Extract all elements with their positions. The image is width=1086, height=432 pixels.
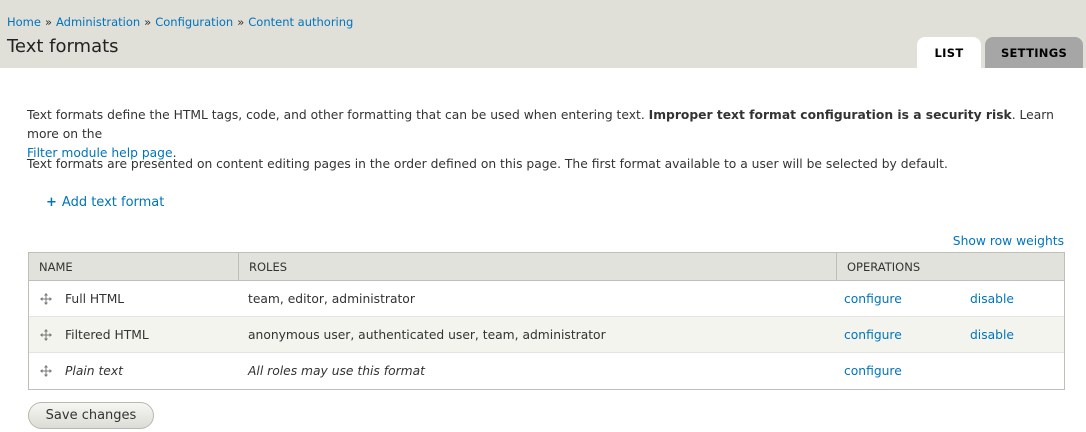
format-name: Full HTML bbox=[65, 291, 125, 306]
row-name-cell: Full HTML bbox=[29, 281, 238, 316]
breadcrumb-administration[interactable]: Administration bbox=[56, 15, 140, 29]
row-operations: configure disable bbox=[836, 281, 1064, 316]
intro-text: Text formats define the HTML tags, code,… bbox=[27, 108, 649, 122]
add-text-format-label: Add text format bbox=[61, 195, 165, 210]
format-roles: anonymous user, authenticated user, team… bbox=[248, 327, 606, 342]
breadcrumb-separator: » bbox=[44, 15, 53, 29]
table-row: Filtered HTML anonymous user, authentica… bbox=[29, 317, 1064, 353]
row-name-cell: Filtered HTML bbox=[29, 317, 238, 352]
plus-icon: + bbox=[46, 195, 57, 210]
breadcrumb-home[interactable]: Home bbox=[7, 15, 41, 29]
row-name-cell: Plain text bbox=[29, 353, 238, 389]
column-header-name: NAME bbox=[39, 259, 73, 274]
table-row: Plain text All roles may use this format… bbox=[29, 353, 1064, 389]
add-text-format-link[interactable]: + Add text format bbox=[46, 195, 164, 210]
disable-link[interactable]: disable bbox=[970, 292, 1014, 306]
show-row-weights-link[interactable]: Show row weights bbox=[953, 234, 1064, 248]
page-header: Home» Administration» Configuration» Conten… bbox=[0, 0, 1086, 68]
drag-handle-icon[interactable] bbox=[39, 328, 53, 342]
row-operations: configure bbox=[836, 353, 1064, 389]
drag-handle-icon[interactable] bbox=[39, 292, 53, 306]
drag-handle-icon[interactable] bbox=[39, 364, 53, 378]
disable-link[interactable]: disable bbox=[970, 328, 1014, 342]
tab-settings[interactable]: SETTINGS bbox=[985, 37, 1083, 68]
format-name: Plain text bbox=[65, 364, 123, 378]
column-header-operations: OPERATIONS bbox=[836, 253, 1064, 280]
breadcrumb-content-authoring[interactable]: Content authoring bbox=[248, 15, 353, 29]
configure-link[interactable]: configure bbox=[844, 292, 970, 306]
format-roles: All roles may use this format bbox=[248, 364, 425, 378]
order-description: Text formats are presented on content ed… bbox=[27, 157, 948, 171]
tab-list[interactable]: LIST bbox=[917, 37, 981, 68]
table-header: NAME ROLES OPERATIONS bbox=[29, 253, 1064, 281]
breadcrumb-separator: » bbox=[237, 15, 245, 29]
breadcrumb-configuration[interactable]: Configuration bbox=[155, 15, 233, 29]
breadcrumb: Home» Administration» Configuration» Conten… bbox=[7, 15, 353, 29]
page-title: Text formats bbox=[7, 36, 119, 57]
configure-link[interactable]: configure bbox=[844, 328, 970, 342]
configure-link[interactable]: configure bbox=[844, 364, 970, 378]
format-roles: team, editor, administrator bbox=[248, 291, 415, 306]
save-changes-button[interactable]: Save changes bbox=[28, 402, 154, 429]
format-name: Filtered HTML bbox=[65, 327, 149, 342]
table-row: Full HTML team, editor, administrator co… bbox=[29, 281, 1064, 317]
security-warning: Improper text format configuration is a … bbox=[648, 108, 1012, 122]
breadcrumb-separator: » bbox=[144, 15, 152, 29]
text-formats-table: NAME ROLES OPERATIONS Full HTML team, ed… bbox=[28, 252, 1065, 390]
row-operations: configure disable bbox=[836, 317, 1064, 352]
column-header-roles: ROLES bbox=[238, 253, 836, 280]
